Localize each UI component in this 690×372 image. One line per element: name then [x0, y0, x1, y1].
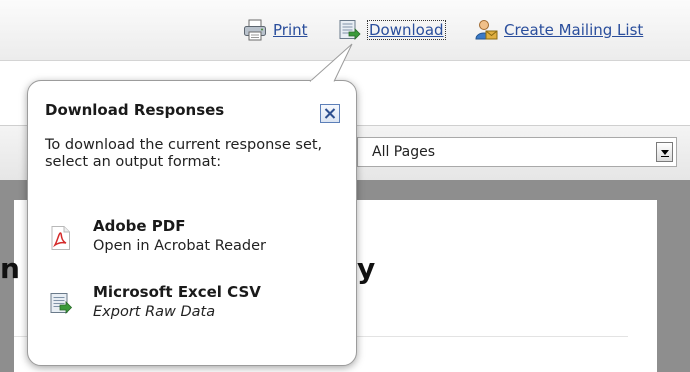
download-label: Download: [367, 20, 446, 40]
adobe-pdf-option[interactable]: Adobe PDF Open in Acrobat Reader: [45, 217, 335, 259]
top-toolbar: Print Download Create Mailing List: [0, 0, 690, 61]
popup-description: To download the current response set, se…: [45, 137, 323, 170]
excel-icon: [49, 291, 73, 317]
printer-icon: [243, 19, 267, 41]
adobe-pdf-title: Adobe PDF: [93, 217, 186, 235]
pdf-icon: [49, 225, 73, 251]
excel-csv-option[interactable]: Microsoft Excel CSV Export Raw Data: [45, 283, 335, 325]
page-heading-fragment: y: [357, 252, 376, 285]
create-mailing-list-label: Create Mailing List: [504, 21, 644, 39]
chevron-down-icon[interactable]: [656, 142, 673, 162]
download-link[interactable]: Download: [338, 19, 446, 41]
adobe-pdf-subtitle: Open in Acrobat Reader: [93, 238, 267, 254]
print-label: Print: [273, 21, 308, 39]
user-mail-icon: [474, 19, 498, 41]
excel-csv-title: Microsoft Excel CSV: [93, 283, 261, 301]
download-responses-popup: Download Responses To download the curre…: [27, 80, 357, 366]
create-mailing-list-link[interactable]: Create Mailing List: [474, 19, 643, 41]
popup-title: Download Responses: [45, 101, 225, 119]
close-icon[interactable]: [320, 104, 340, 123]
page-heading-fragment: n: [0, 252, 20, 285]
download-icon: [338, 19, 362, 41]
print-link[interactable]: Print: [243, 19, 308, 41]
excel-csv-subtitle: Export Raw Data: [93, 304, 216, 320]
page-select-value: All Pages: [372, 144, 435, 160]
page-select[interactable]: All Pages: [357, 137, 677, 167]
